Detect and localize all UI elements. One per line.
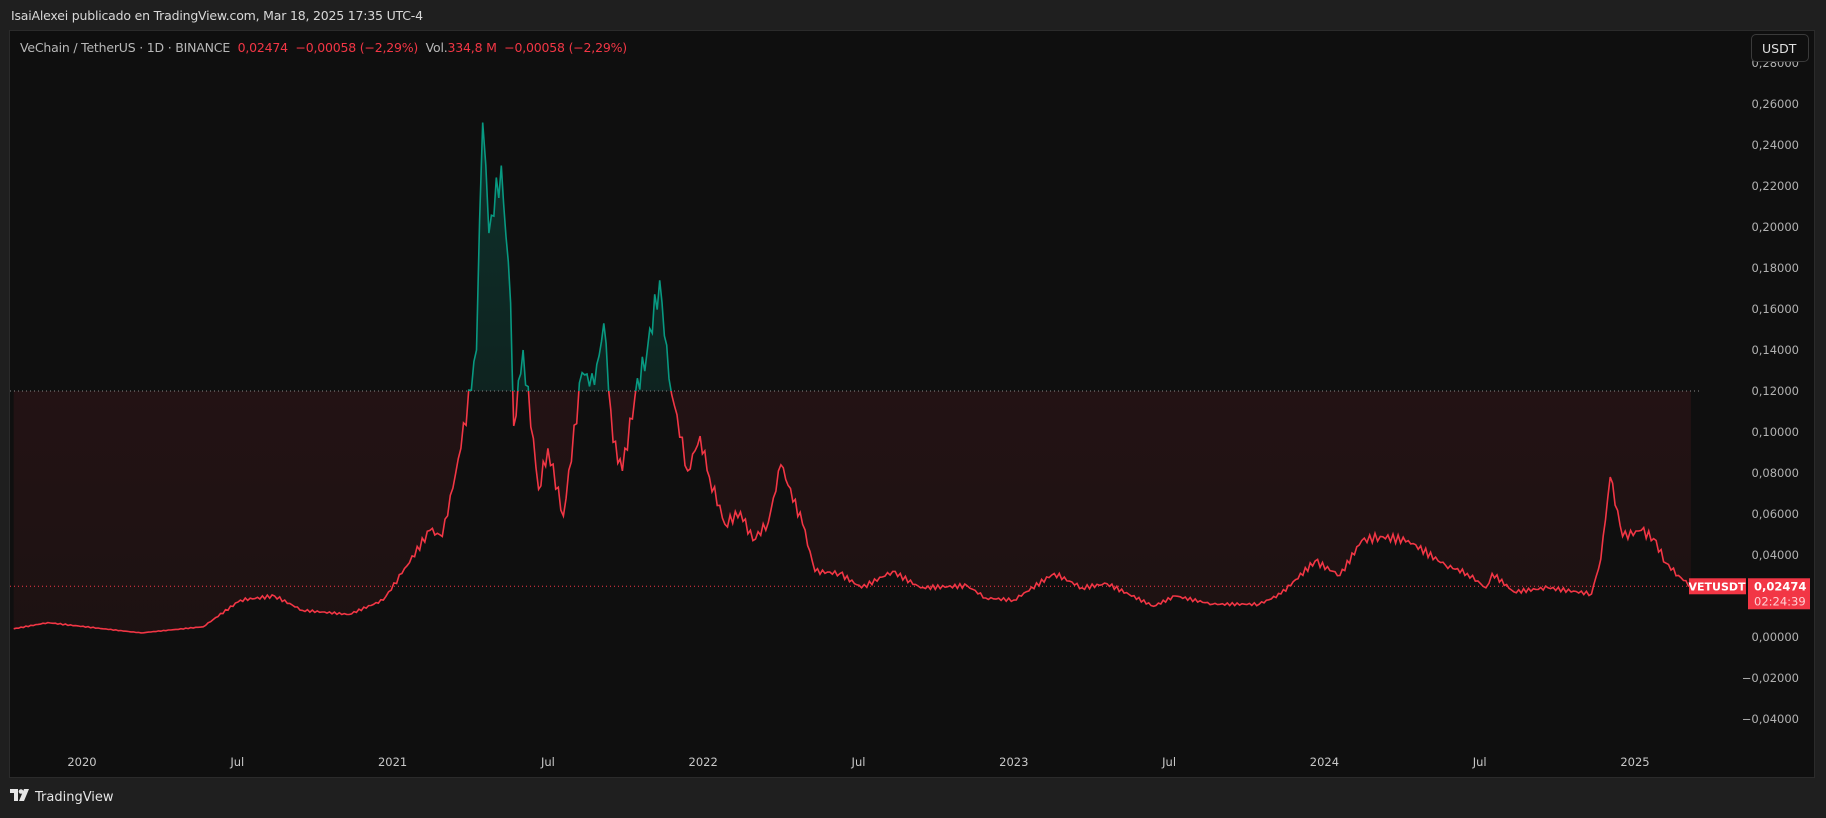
volume-label: Vol. [425,40,448,55]
symbol-legend: VeChain / TetherUS · 1D · BINANCE 0,0247… [20,40,627,55]
y-tick-label: 0,00000 [1751,630,1799,644]
x-tick-label: 2023 [999,755,1028,769]
y-tick-label: 0,08000 [1751,466,1799,480]
x-tick-label: Jul [229,755,244,769]
y-tick-label: −0,02000 [1742,671,1799,685]
currency-button[interactable]: USDT [1751,34,1809,62]
x-tick-label: Jul [1472,755,1487,769]
current-price-label: 0,02474 [1754,579,1806,593]
symbol-label: VETUSDT [1688,580,1746,593]
y-tick-label: 0,16000 [1751,302,1799,316]
price-change: −0,00058 (−2,29%) [295,40,419,55]
y-tick-label: 0,14000 [1751,343,1799,357]
y-tick-label: 0,22000 [1751,179,1799,193]
price-chart[interactable]: 0,280000,260000,240000,220000,200000,180… [0,0,1826,818]
x-tick-label: 2021 [378,755,407,769]
y-tick-label: 0,06000 [1751,507,1799,521]
y-tick-label: 0,10000 [1751,425,1799,439]
y-tick-label: 0,04000 [1751,548,1799,562]
x-tick-label: 2025 [1620,755,1649,769]
baseline-fill-below [13,391,1691,633]
y-tick-label: 0,18000 [1751,261,1799,275]
y-tick-label: −0,04000 [1742,712,1799,726]
volume-value: 334,8 M [447,40,497,55]
tradingview-logo-icon [10,789,30,805]
y-tick-label: 0,26000 [1751,97,1799,111]
x-tick-label: 2020 [67,755,96,769]
x-tick-label: 2024 [1310,755,1339,769]
bar-countdown: 02:24:39 [1754,594,1806,608]
y-tick-label: 0,12000 [1751,384,1799,398]
x-tick-label: Jul [1161,755,1176,769]
y-tick-label: 0,24000 [1751,138,1799,152]
x-tick-label: Jul [851,755,866,769]
tradingview-logo-text[interactable]: TradingView [35,790,114,805]
x-tick-label: Jul [540,755,555,769]
volume-change: −0,00058 (−2,29%) [504,40,627,55]
y-tick-label: 0,20000 [1751,220,1799,234]
footer: TradingView [10,789,114,805]
symbol-title[interactable]: VeChain / TetherUS · 1D · BINANCE [20,40,230,55]
x-tick-label: 2022 [689,755,718,769]
last-price: 0,02474 [237,40,288,55]
